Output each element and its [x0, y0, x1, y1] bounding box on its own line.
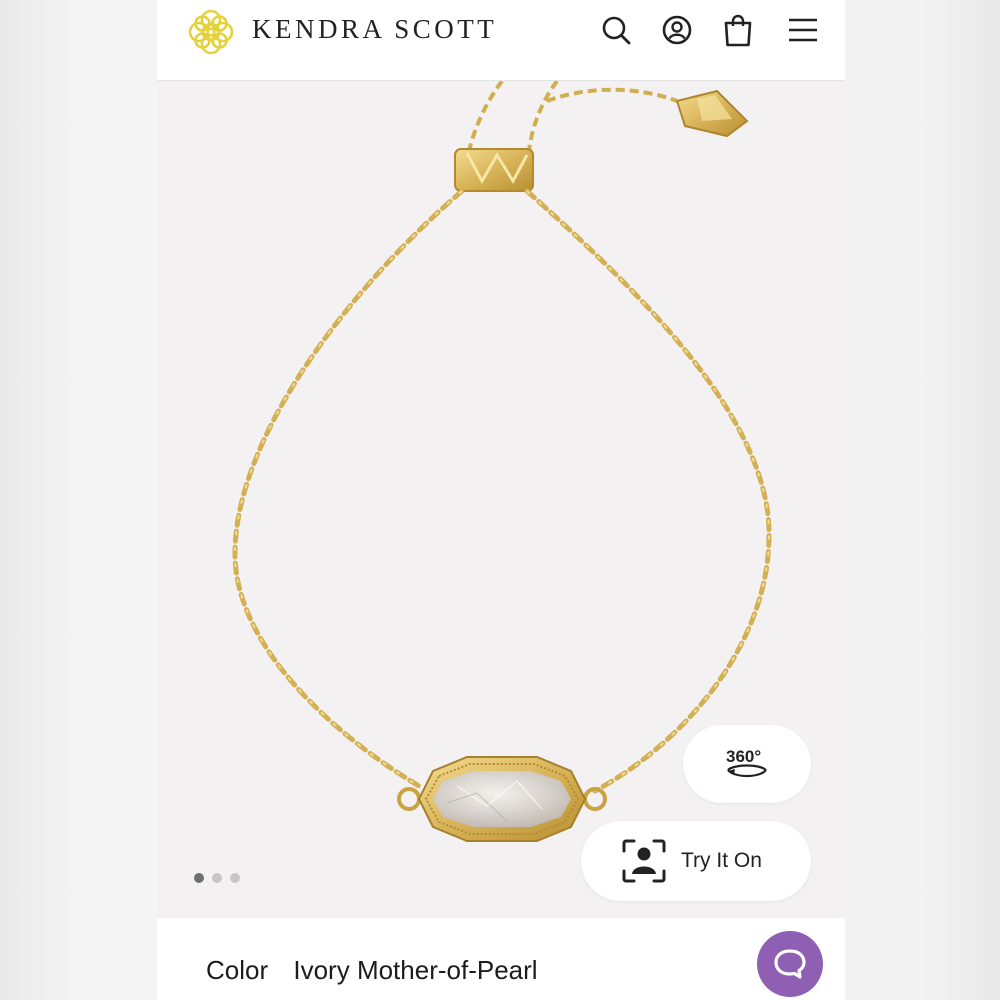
search-icon[interactable] [596, 10, 636, 50]
gallery-dot-1[interactable] [194, 873, 204, 883]
chat-bubble-icon [774, 949, 806, 979]
view-360-label: 360° [726, 747, 761, 766]
color-value: Ivory Mother-of-Pearl [293, 955, 538, 985]
mobile-viewport: KENDRA SCOTT 360° Try It On Color Ivory … [157, 0, 845, 1000]
face-scan-icon [622, 839, 666, 883]
site-header: KENDRA SCOTT [157, 0, 845, 81]
chat-button[interactable] [757, 931, 823, 997]
account-icon[interactable] [657, 10, 697, 50]
color-label: Color [206, 955, 269, 985]
kendra-scott-medallion-icon[interactable] [183, 4, 239, 60]
rotate-360-icon: 360° [726, 747, 767, 778]
shopping-bag-icon[interactable] [718, 10, 758, 50]
gallery-dot-2[interactable] [212, 873, 222, 883]
view-360-button[interactable]: 360° [683, 725, 811, 803]
try-it-on-button[interactable]: Try It On [581, 821, 811, 901]
gallery-pagination [194, 873, 240, 883]
try-it-on-label: Try It On [681, 849, 762, 872]
gallery-dot-3[interactable] [230, 873, 240, 883]
hamburger-menu-icon[interactable] [783, 10, 823, 50]
product-image-gallery[interactable]: 360° Try It On [157, 81, 845, 918]
product-color-row: Color Ivory Mother-of-Pearl [206, 955, 538, 986]
brand-name[interactable]: KENDRA SCOTT [252, 14, 497, 45]
